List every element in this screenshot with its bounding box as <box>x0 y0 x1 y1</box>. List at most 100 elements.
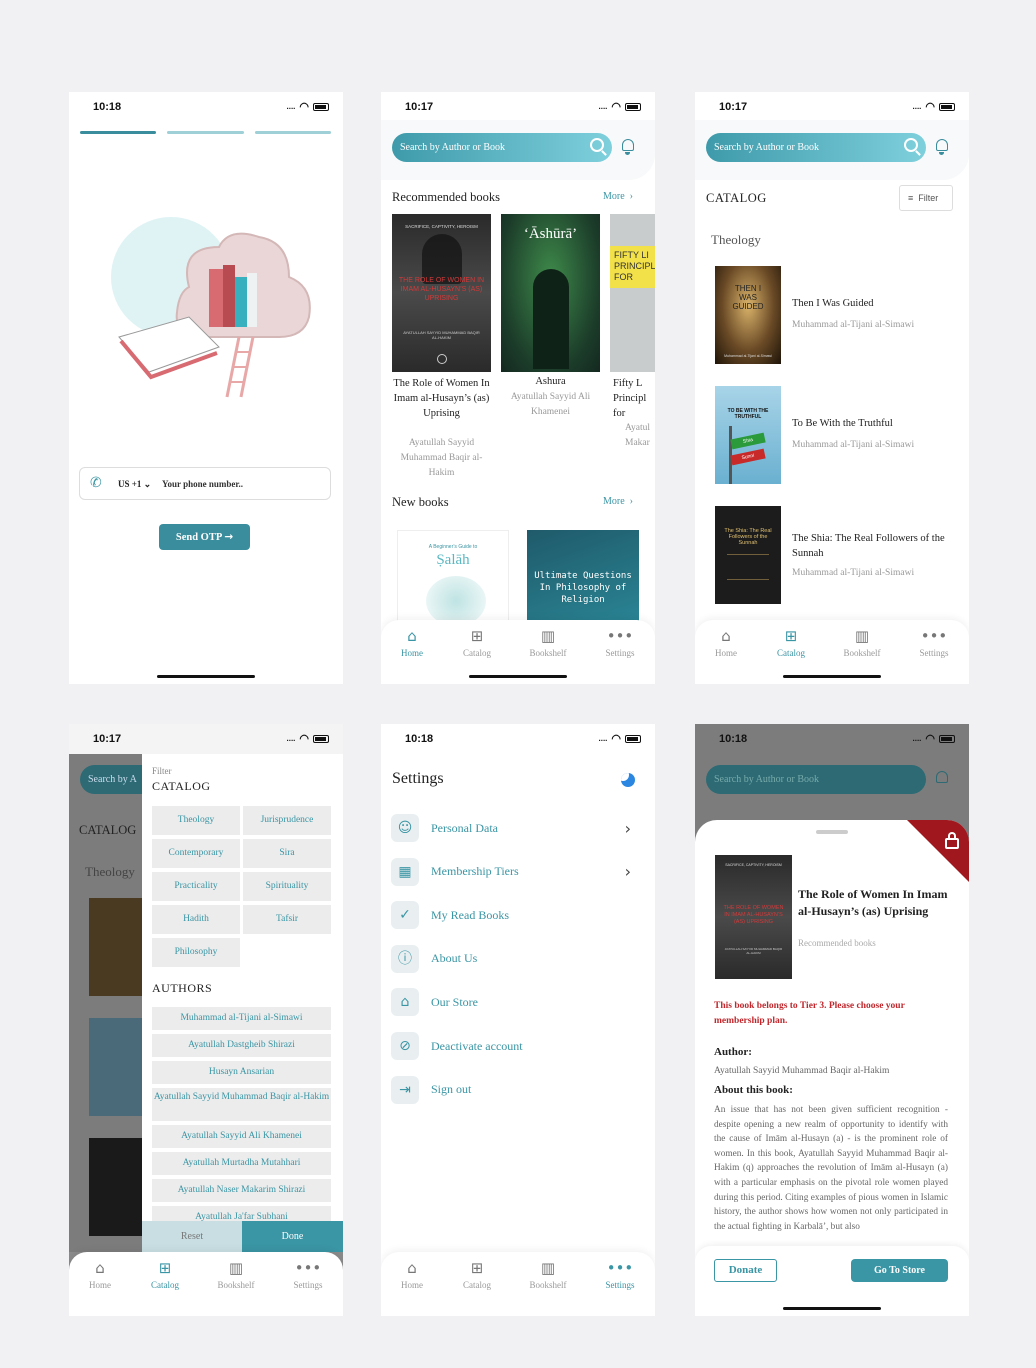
donate-button[interactable]: Donate <box>714 1259 777 1282</box>
wifi-icon: ◠ <box>925 733 935 745</box>
author-chip[interactable]: Ayatullah Sayyid Muhammad Baqir al-Hakim <box>152 1088 331 1121</box>
status-bar: 10:18 .... ◠ <box>381 724 655 754</box>
tab-home[interactable]: ⌂ Home <box>75 1260 125 1291</box>
tab-settings[interactable]: ••• Settings <box>595 628 645 659</box>
search-bar[interactable]: Search by Author or Book <box>392 133 612 162</box>
category-chip[interactable]: Contemporary <box>152 839 240 868</box>
bell-icon[interactable] <box>622 139 634 155</box>
publisher-logo-icon <box>437 354 447 364</box>
author-chip[interactable]: Husayn Ansarian <box>152 1061 331 1084</box>
category-chip[interactable]: Spirituality <box>243 872 331 901</box>
recommended-more-link[interactable]: More › <box>603 191 633 202</box>
author-value: Ayatullah Sayyid Muhammad Baqir al-Hakim <box>714 1066 890 1076</box>
book-author: Muhammad al-Tijani al-Simawi <box>792 568 915 578</box>
settings-item[interactable]: ⌂ Our Store <box>391 987 645 1017</box>
cover-title-text: THEN I WAS GUIDED <box>732 284 764 311</box>
send-otp-label: Send OTP <box>175 532 222 543</box>
book-cover-the-shia[interactable]: The Shia: The Real Followers of the Sunn… <box>715 506 781 604</box>
author-chip[interactable]: Ayatullah Dastgheib Shirazi <box>152 1034 331 1057</box>
settings-item-label: Sign out <box>431 1082 472 1097</box>
filter-screen: 10:17 .... ◠ Search by A CATALOG Theology… <box>69 724 343 1316</box>
settings-item[interactable]: ⓘ About Us <box>391 944 645 974</box>
phone-input-field[interactable]: ✆ US +1 ⌄ Your phone number.. <box>79 467 331 500</box>
author-chip[interactable]: Ayatullah Naser Makarim Shirazi <box>152 1179 331 1202</box>
reset-button[interactable]: Reset <box>142 1221 242 1252</box>
tab-home[interactable]: ⌂ Home <box>701 628 751 659</box>
tab-bookshelf[interactable]: ▥ Bookshelf <box>523 1260 573 1291</box>
tab-home[interactable]: ⌂ Home <box>387 1260 437 1291</box>
catalog-title: CATALOG <box>706 191 767 205</box>
settings-item[interactable]: ⊘ Deactivate account <box>391 1031 645 1061</box>
book-cover-role-of-women[interactable]: SACRIFICE, CAPTIVITY, HEROISM THE ROLE O… <box>392 214 491 372</box>
status-time: 10:17 <box>93 733 122 745</box>
settings-item[interactable]: ☺ Personal Data › <box>391 813 645 843</box>
author-chip[interactable]: Ayatullah Sayyid Ali Khamenei <box>152 1125 331 1148</box>
filter-small-label: Filter <box>152 766 172 776</box>
home-indicator <box>469 675 567 678</box>
cover-top-text: SACRIFICE, CAPTIVITY, HEROISM <box>405 224 478 229</box>
category-chip[interactable]: Jurisprudence <box>243 806 331 835</box>
book-cover-to-be-with-truthful[interactable]: TO BE WITH THE TRUTHFUL Shia Sunni <box>715 386 781 484</box>
cover-author-text: AYATULLAH SAYYID MUHAMMAD BAQIR AL-HAKIM <box>403 330 480 340</box>
book-author: Ayatul Makar <box>625 423 650 448</box>
category-chip[interactable]: Sira <box>243 839 331 868</box>
bg-search-bar: Search by Author or Book <box>706 765 926 794</box>
settings-item[interactable]: ✓ My Read Books <box>391 900 645 930</box>
book-cover-salah[interactable]: A Beginner’s Guide to Ṣalāh <box>397 530 509 625</box>
category-chip[interactable]: Hadith <box>152 905 240 934</box>
tab-catalog[interactable]: ⊞ Catalog <box>766 628 816 659</box>
book-author: Muhammad al-Tijani al-Simawi <box>792 320 915 330</box>
bookshelf-icon: ▥ <box>854 627 870 645</box>
bell-icon[interactable] <box>936 139 948 155</box>
country-code-select[interactable]: US +1 ⌄ <box>118 479 151 490</box>
store-icon: ⌂ <box>391 988 419 1017</box>
send-otp-button[interactable]: Send OTP → <box>159 524 250 550</box>
dots-icon: ••• <box>606 1259 634 1277</box>
status-bar: 10:18 .... ◠ <box>69 92 343 122</box>
tab-bookshelf[interactable]: ▥ Bookshelf <box>523 628 573 659</box>
settings-item[interactable]: ⇥ Sign out <box>391 1075 645 1105</box>
filter-icon: ≡ <box>908 193 914 203</box>
tab-settings[interactable]: ••• Settings <box>283 1259 333 1291</box>
search-icon[interactable] <box>590 138 604 152</box>
category-chip[interactable]: Theology <box>152 806 240 835</box>
category-chip[interactable]: Philosophy <box>152 938 240 967</box>
tab-settings[interactable]: ••• Settings <box>595 1259 645 1291</box>
new-books-more-link[interactable]: More › <box>603 496 633 507</box>
tab-settings[interactable]: ••• Settings <box>909 628 959 659</box>
author-chip[interactable]: Ayatullah Murtadha Mutahhari <box>152 1152 331 1175</box>
settings-item[interactable]: ▦ Membership Tiers › <box>391 857 645 887</box>
book-cover-ultimate-questions[interactable]: Ultimate Questions In Philosophy of Reli… <box>527 530 639 625</box>
grid-icon: ⊞ <box>470 627 484 645</box>
battery-icon <box>625 102 641 111</box>
tab-catalog[interactable]: ⊞ Catalog <box>140 1260 190 1291</box>
book-cover-ashura[interactable]: ‘Āshūrā’ <box>501 214 600 372</box>
search-bar[interactable]: Search by Author or Book <box>706 133 926 162</box>
go-to-store-button[interactable]: Go To Store <box>851 1259 948 1282</box>
tab-catalog[interactable]: ⊞ Catalog <box>452 627 502 659</box>
settings-item-label: Deactivate account <box>431 1038 523 1053</box>
status-icons: .... ◠ <box>913 100 955 113</box>
book-cover-then-i-was-guided[interactable]: THEN I WAS GUIDED Muhammad al-Tijani al-… <box>715 266 781 364</box>
category-chip[interactable]: Practicality <box>152 872 240 901</box>
progress-step-2 <box>167 131 244 134</box>
search-icon[interactable] <box>904 138 918 152</box>
book-check-icon: ✓ <box>391 901 419 930</box>
chevron-right-icon: › <box>624 818 631 838</box>
dots-icon: ••• <box>294 1259 322 1277</box>
tab-catalog[interactable]: ⊞ Catalog <box>452 1260 502 1291</box>
category-chip[interactable]: Tafsir <box>243 905 331 934</box>
settings-item-label: My Read Books <box>431 907 509 922</box>
book-cover-fifty-principles[interactable]: FIFTY LI PRINCIPL FOR <box>610 214 655 372</box>
tab-bookshelf[interactable]: ▥ Bookshelf <box>837 627 887 659</box>
book-title: To Be With the Truthful <box>792 418 893 429</box>
tab-bookshelf[interactable]: ▥ Bookshelf <box>211 1260 261 1291</box>
author-chip[interactable]: Muhammad al-Tijani al-Simawi <box>152 1007 331 1030</box>
author-label: Author: <box>714 1046 752 1058</box>
bg-cover-3 <box>89 1138 145 1236</box>
done-button[interactable]: Done <box>242 1221 343 1252</box>
cover-title-text: Ultimate Questions In Philosophy of Reli… <box>534 571 632 605</box>
dark-mode-toggle[interactable] <box>621 773 635 787</box>
filter-button[interactable]: ≡ Filter <box>899 185 953 211</box>
tab-home[interactable]: ⌂ Home <box>387 628 437 659</box>
